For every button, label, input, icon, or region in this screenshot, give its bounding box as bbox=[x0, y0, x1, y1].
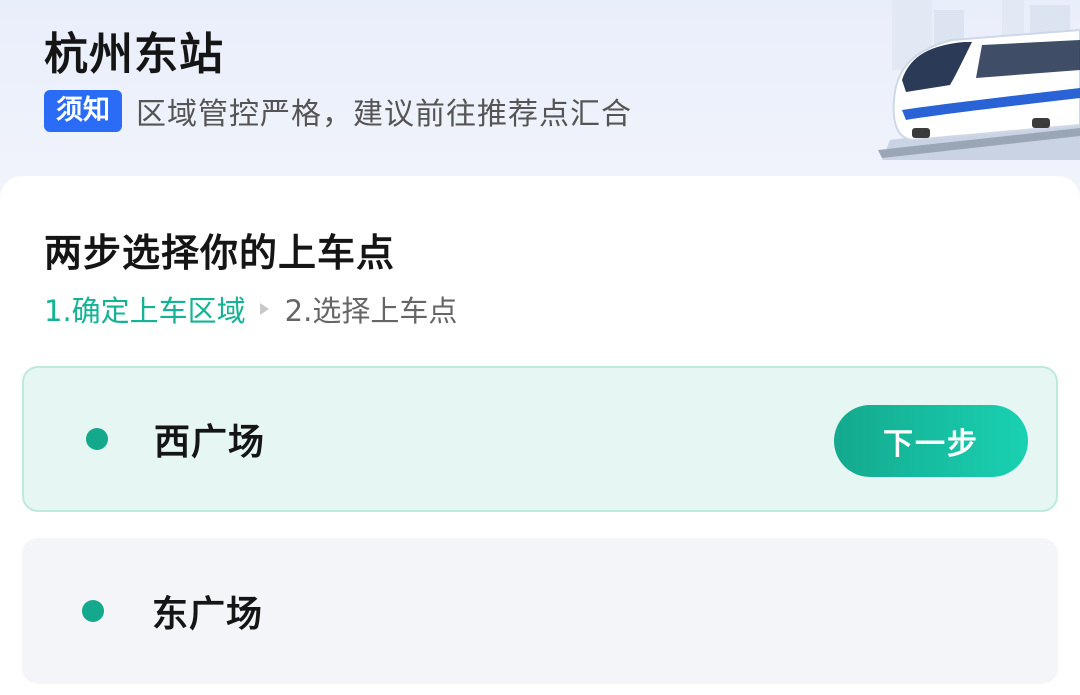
step-2-label: 2.选择上车点 bbox=[284, 294, 458, 328]
steps-title: 两步选择你的上车点 bbox=[44, 231, 396, 275]
station-title: 杭州东站 bbox=[44, 29, 224, 80]
option-label: 东广场 bbox=[152, 594, 264, 635]
notice-row: 须知 区域管控严格，建议前往推荐点汇合 bbox=[44, 89, 632, 133]
area-option-east-square[interactable]: 东广场 bbox=[22, 538, 1058, 684]
train-illustration-icon bbox=[878, 0, 1080, 160]
next-step-button[interactable]: 下一步 bbox=[834, 405, 1028, 477]
option-label: 西广场 bbox=[154, 422, 266, 463]
step-1-label: 1.确定上车区域 bbox=[44, 294, 246, 328]
pickup-card: 两步选择你的上车点 1.确定上车区域 2.选择上车点 西广场 下一步 东广场 bbox=[0, 176, 1080, 695]
option-dot-icon bbox=[82, 600, 104, 622]
notice-badge: 须知 bbox=[44, 90, 122, 132]
header: 杭州东站 须知 区域管控严格，建议前往推荐点汇合 bbox=[0, 0, 1080, 200]
area-option-west-square[interactable]: 西广场 下一步 bbox=[22, 366, 1058, 512]
step-arrow-icon bbox=[259, 303, 269, 315]
steps-breadcrumb: 1.确定上车区域 2.选择上车点 bbox=[44, 288, 457, 330]
notice-text: 区域管控严格，建议前往推荐点汇合 bbox=[136, 97, 632, 132]
option-dot-icon bbox=[86, 428, 108, 450]
